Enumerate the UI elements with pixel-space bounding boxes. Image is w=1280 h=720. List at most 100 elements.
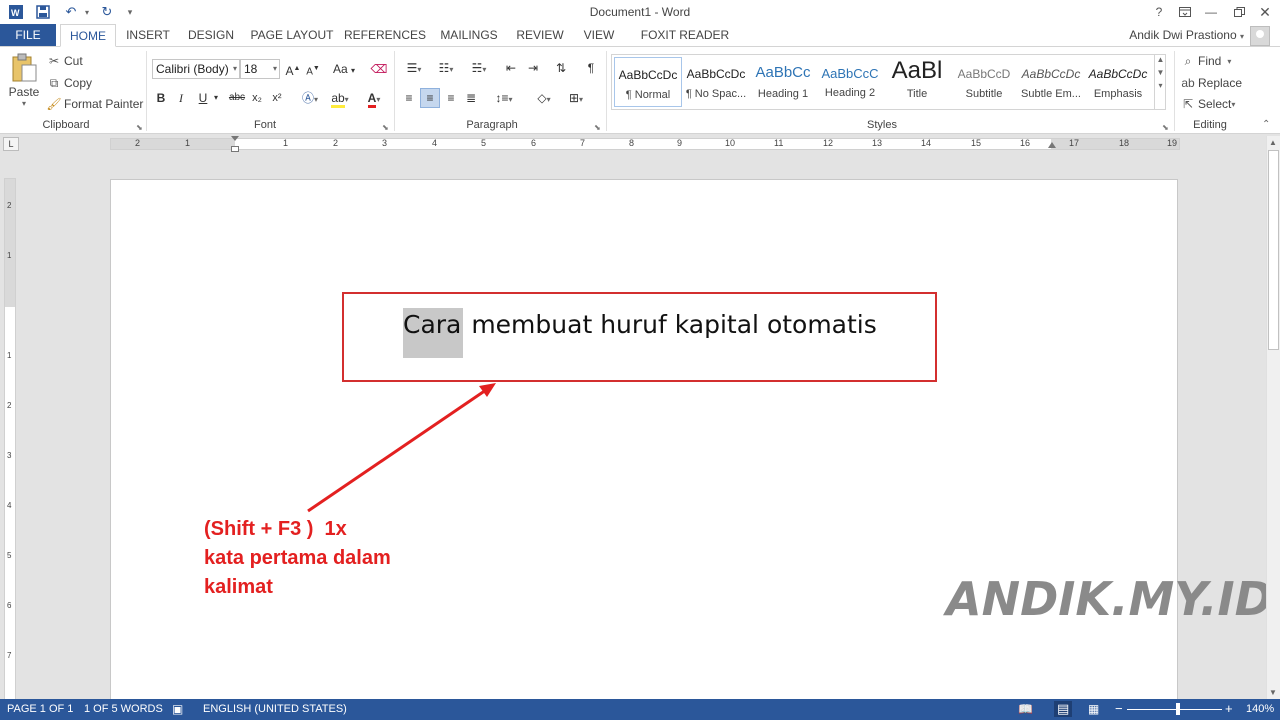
show-formatting-marks-button[interactable]: ¶ <box>582 59 600 77</box>
underline-button[interactable]: U <box>194 89 212 107</box>
save-icon[interactable] <box>32 2 54 22</box>
print-layout-icon[interactable]: ▤ <box>1054 701 1073 717</box>
styles-scroll[interactable]: ▲ ▼ ▾ <box>1154 55 1166 109</box>
tab-page-layout[interactable]: PAGE LAYOUT <box>250 24 334 46</box>
right-indent-handle[interactable] <box>1048 142 1056 148</box>
document-text-rest[interactable]: membuat huruf kapital otomatis <box>463 310 876 339</box>
grow-font-button[interactable]: A▲ <box>284 60 302 78</box>
sort-icon[interactable]: ⇅ <box>552 59 570 77</box>
change-case-button[interactable]: Aa ▾ <box>330 60 358 78</box>
increase-indent-icon[interactable]: ⇥ <box>524 59 542 77</box>
proofing-icon[interactable]: ▣ <box>172 702 183 716</box>
web-layout-icon[interactable]: ▦ <box>1088 702 1099 716</box>
tab-design[interactable]: DESIGN <box>182 24 240 46</box>
align-center-icon[interactable]: ≡ <box>420 88 440 108</box>
style-title[interactable]: AaBl Title <box>883 57 951 107</box>
subscript-button[interactable]: x₂ <box>248 89 266 107</box>
style-heading-2[interactable]: AaBbCcC Heading 2 <box>816 57 884 107</box>
left-indent-handle[interactable] <box>231 146 239 152</box>
restore-icon[interactable] <box>1226 2 1252 22</box>
minimize-icon[interactable]: — <box>1198 2 1224 22</box>
tab-review[interactable]: REVIEW <box>512 24 568 46</box>
word-app-icon[interactable]: W <box>6 2 26 22</box>
vertical-scrollbar[interactable]: ▲ ▼ <box>1266 136 1280 699</box>
scroll-down-icon[interactable]: ▼ <box>1269 688 1277 697</box>
line-spacing-button[interactable]: ↕≡▾ <box>490 89 518 107</box>
user-name[interactable]: Andik Dwi Prastiono ▾ <box>1129 28 1244 42</box>
scrollbar-thumb[interactable] <box>1268 150 1279 350</box>
select-button[interactable]: ⇱ Select ▾ <box>1180 96 1235 112</box>
styles-launcher-icon[interactable]: ⬊ <box>1162 123 1169 132</box>
language-indicator[interactable]: ENGLISH (UNITED STATES) <box>203 703 347 715</box>
styles-down-icon[interactable]: ▼ <box>1155 68 1166 77</box>
zoom-level[interactable]: 140% <box>1246 703 1274 715</box>
cut-button[interactable]: ✂ Cut <box>46 53 83 69</box>
vertical-ruler[interactable]: 2 1 1 2 3 4 5 6 7 <box>4 178 16 700</box>
decrease-indent-icon[interactable]: ⇤ <box>502 59 520 77</box>
zoom-in-icon[interactable]: + <box>1225 701 1233 716</box>
tab-file[interactable]: FILE <box>0 24 56 46</box>
multilevel-list-button[interactable]: ☵▾ <box>464 59 494 77</box>
avatar[interactable] <box>1250 26 1270 46</box>
paste-dropdown-icon[interactable]: ▾ <box>22 99 26 108</box>
italic-button[interactable]: I <box>172 89 190 107</box>
shading-button[interactable]: ◇▾ <box>530 89 558 107</box>
bullets-button[interactable]: ☰▾ <box>400 59 428 77</box>
styles-up-icon[interactable]: ▲ <box>1155 55 1166 64</box>
copy-button[interactable]: ⧉ Copy <box>46 75 92 91</box>
clipboard-launcher-icon[interactable]: ⬊ <box>136 123 143 132</box>
style-subtitle[interactable]: AaBbCcD Subtitle <box>950 57 1018 107</box>
text-effects-button[interactable]: Ⓐ▾ <box>296 89 324 107</box>
style-normal[interactable]: AaBbCcDc ¶ Normal <box>614 57 682 107</box>
zoom-out-icon[interactable]: − <box>1115 701 1123 716</box>
highlight-color-button[interactable]: ab▾ <box>326 89 354 108</box>
bold-button[interactable]: B <box>152 89 170 107</box>
zoom-slider[interactable] <box>1127 709 1222 710</box>
paste-button[interactable]: Paste ▾ <box>8 53 40 113</box>
horizontal-ruler[interactable]: 2 1 1 2 3 4 5 6 7 8 9 10 11 12 13 14 15 … <box>110 136 1180 152</box>
font-size-select[interactable]: 18 ▾ <box>240 59 280 79</box>
redo-icon[interactable]: ↻ <box>96 2 118 22</box>
customize-quick-access-icon[interactable]: ▾ <box>124 2 136 22</box>
undo-icon[interactable]: ↶ <box>60 2 82 22</box>
borders-button[interactable]: ⊞▾ <box>562 89 590 107</box>
word-count[interactable]: 1 OF 5 WORDS <box>84 703 163 715</box>
font-launcher-icon[interactable]: ⬊ <box>382 123 389 132</box>
document-text[interactable]: Cara membuat huruf kapital otomatis <box>403 308 877 358</box>
align-right-icon[interactable]: ≡ <box>442 89 460 107</box>
align-left-icon[interactable]: ≡ <box>400 89 418 107</box>
tab-foxit-reader-pdf[interactable]: FOXIT READER PDF <box>630 24 740 64</box>
justify-icon[interactable]: ≣ <box>462 89 480 107</box>
scroll-up-icon[interactable]: ▲ <box>1269 138 1277 147</box>
underline-dropdown-icon[interactable]: ▾ <box>211 89 221 107</box>
superscript-button[interactable]: x² <box>268 89 286 107</box>
tab-references[interactable]: REFERENCES <box>344 24 426 46</box>
tab-selector[interactable]: L <box>3 137 19 151</box>
undo-dropdown-icon[interactable]: ▾ <box>82 2 92 22</box>
styles-more-icon[interactable]: ▾ <box>1155 81 1166 90</box>
font-color-button[interactable]: A▾ <box>360 89 388 108</box>
tab-home[interactable]: HOME <box>60 24 116 47</box>
first-line-indent-handle[interactable] <box>231 136 239 141</box>
tab-mailings[interactable]: MAILINGS <box>436 24 502 46</box>
page-count[interactable]: PAGE 1 OF 1 <box>7 703 73 715</box>
tab-insert[interactable]: INSERT <box>122 24 174 46</box>
user-dropdown-icon[interactable]: ▾ <box>1240 32 1244 41</box>
font-family-select[interactable]: Calibri (Body) ▾ <box>152 59 240 79</box>
replace-button[interactable]: ab Replace <box>1180 75 1242 91</box>
zoom-slider-thumb[interactable] <box>1176 703 1180 715</box>
document-page[interactable] <box>110 179 1178 709</box>
style-heading-1[interactable]: AaBbCc Heading 1 <box>749 57 817 107</box>
format-painter-button[interactable]: 🖌 Format Painter <box>46 96 143 112</box>
shrink-font-button[interactable]: A▼ <box>304 60 322 78</box>
style-no-spacing[interactable]: AaBbCcDc ¶ No Spac... <box>682 57 750 107</box>
ribbon-display-options-icon[interactable] <box>1172 2 1198 22</box>
numbering-button[interactable]: ☷▾ <box>432 59 460 77</box>
find-dropdown-icon[interactable]: ▾ <box>1227 57 1231 66</box>
clear-formatting-icon[interactable]: ⌫ <box>370 60 388 78</box>
selected-word[interactable]: Cara <box>403 308 464 358</box>
read-mode-icon[interactable]: 📖 <box>1018 702 1033 716</box>
style-subtle-emphasis[interactable]: AaBbCcDc Subtle Em... <box>1017 57 1085 107</box>
collapse-ribbon-icon[interactable]: ⌃ <box>1262 119 1270 130</box>
help-icon[interactable]: ? <box>1146 2 1172 22</box>
